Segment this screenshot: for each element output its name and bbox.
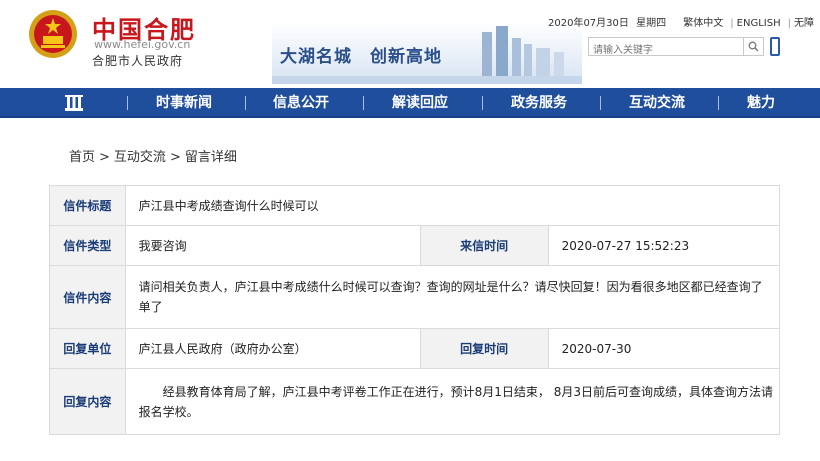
breadcrumb: 首页 > 互动交流 > 留言详细 [69, 150, 237, 165]
nav-interpretation[interactable]: 解读回应 [392, 88, 448, 118]
breadcrumb-home[interactable]: 首页 [69, 150, 95, 165]
weekday: 星期四 [636, 18, 667, 29]
main-nav: 时事新闻 信息公开 解读回应 政务服务 互动交流 魅力 [0, 88, 820, 118]
content-value: 请问相关负责人，庐江县中考成绩什么时候可以查询？查询的网址是什么？请尽快回复！因… [124, 265, 781, 329]
reply-line-2: 报名学校。 [138, 404, 199, 419]
home-icon[interactable] [64, 94, 84, 112]
type-value: 我要咨询 [124, 225, 421, 266]
search-button[interactable] [743, 38, 763, 55]
reply-content-label: 回复内容 [49, 368, 126, 435]
reply-unit-label: 回复单位 [49, 328, 126, 369]
site-header: 中国合肥 www.hefei.gov.cn 合肥市人民政府 大湖名城 创新高地 … [0, 0, 820, 88]
breadcrumb-section[interactable]: 互动交流 [114, 150, 166, 165]
reply-time-label: 回复时间 [419, 328, 549, 369]
top-utility-bar: 2020年07月30日 星期四 繁体中文 | ENGLISH | 无障 [548, 18, 814, 29]
reply-time-value: 2020-07-30 [547, 328, 781, 369]
lang-traditional-link[interactable]: 繁体中文 [683, 18, 723, 29]
table-row: 信件类型 我要咨询 来信时间 2020-07-27 15:52:23 [49, 225, 781, 266]
reply-content-value: 经县教育体育局了解，庐江县中考评卷工作正在进行，预计8月1日结束， 8月3日前后… [124, 368, 781, 435]
table-row: 回复内容 经县教育体育局了解，庐江县中考评卷工作正在进行，预计8月1日结束， 8… [49, 368, 781, 435]
time-value: 2020-07-27 15:52:23 [547, 225, 781, 266]
nav-interaction[interactable]: 互动交流 [629, 88, 685, 118]
date: 2020年07月30日 [548, 18, 629, 29]
table-row: 信件内容 请问相关负责人，庐江县中考成绩什么时候可以查询？查询的网址是什么？请尽… [49, 265, 781, 329]
message-detail-table: 信件标题 庐江县中考成绩查询什么时候可以 信件类型 我要咨询 来信时间 2020… [49, 185, 781, 435]
title-label: 信件标题 [49, 185, 126, 226]
breadcrumb-current: 留言详细 [184, 150, 237, 165]
type-label: 信件类型 [49, 225, 126, 266]
lang-english-link[interactable]: ENGLISH [737, 18, 781, 29]
nav-news[interactable]: 时事新闻 [156, 88, 212, 118]
search-box [588, 37, 764, 59]
content-label: 信件内容 [49, 265, 126, 329]
table-row: 回复单位 庐江县人民政府（政府办公室） 回复时间 2020-07-30 [49, 328, 781, 369]
nav-services[interactable]: 政务服务 [511, 88, 567, 118]
national-emblem-icon [29, 10, 77, 58]
phone-icon[interactable] [770, 37, 780, 56]
slogan: 大湖名城 创新高地 [280, 47, 442, 67]
title-value: 庐江县中考成绩查询什么时候可以 [124, 185, 781, 226]
nav-info-public[interactable]: 信息公开 [273, 88, 329, 118]
search-input[interactable] [589, 42, 739, 59]
content-line-1: 请问相关负责人，庐江县中考成绩什么时候可以查询？查询的网址是什么？请尽快回复！因… [138, 280, 763, 294]
accessibility-link[interactable]: 无障 [794, 18, 814, 29]
site-url: www.hefei.gov.cn [94, 38, 191, 51]
search-icon [748, 41, 759, 52]
nav-charm[interactable]: 魅力 [747, 88, 775, 118]
site-subtitle: 合肥市人民政府 [92, 54, 184, 68]
content-line-2: 单了 [138, 300, 163, 314]
time-label: 来信时间 [419, 225, 549, 266]
table-row: 信件标题 庐江县中考成绩查询什么时候可以 [49, 185, 781, 226]
reply-line-1: 经县教育体育局了解，庐江县中考评卷工作正在进行，预计8月1日结束， 8月3日前后… [162, 384, 773, 399]
reply-unit-value: 庐江县人民政府（政府办公室） [124, 328, 421, 369]
